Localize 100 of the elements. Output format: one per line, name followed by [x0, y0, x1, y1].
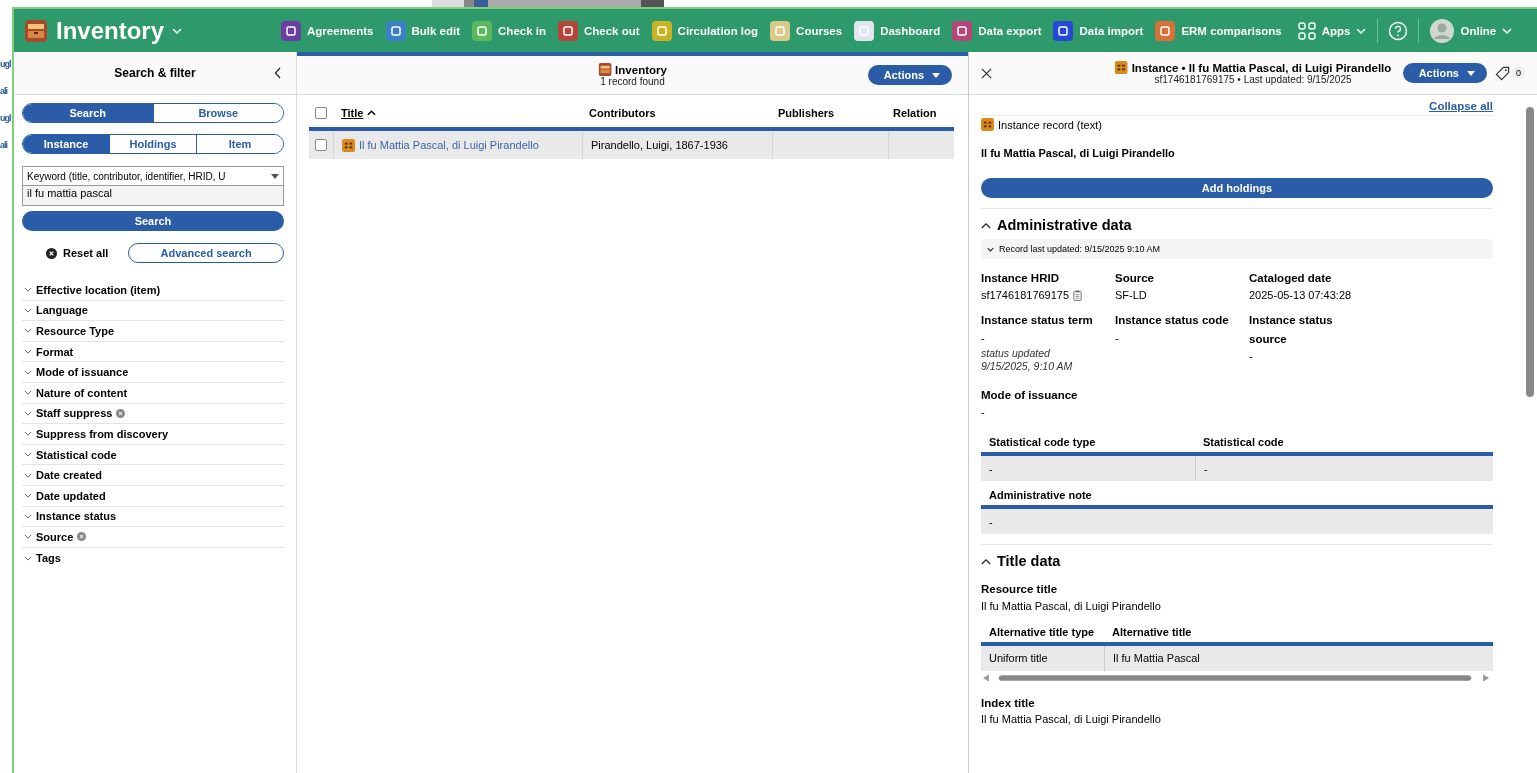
- column-header: Statistical code type: [988, 436, 1097, 449]
- chevron-left-icon[interactable]: [274, 67, 282, 79]
- add-holdings-button[interactable]: Add holdings: [981, 178, 1493, 198]
- caret-icon: [1467, 70, 1475, 76]
- record-last-updated: Record last updated: 9/15/2025 9:10 AM: [999, 244, 1161, 254]
- app-link[interactable]: Check out: [553, 16, 645, 45]
- filter-accordion[interactable]: Date created: [22, 465, 284, 486]
- column-header: Statistical code: [1202, 436, 1285, 449]
- app-link[interactable]: Data import: [1048, 16, 1149, 45]
- table-cell-text: -: [988, 461, 994, 477]
- tag-icon[interactable]: [1495, 65, 1510, 81]
- app-link[interactable]: Check in: [467, 16, 551, 45]
- filter-accordion[interactable]: Resource Type: [22, 321, 284, 342]
- pane-title: Instance • Il fu Mattia Pascal, di Luigi Pirandello: [1131, 61, 1392, 74]
- app-link[interactable]: Data export: [947, 16, 1047, 45]
- avatar-icon: [1430, 18, 1455, 43]
- app-link[interactable]: ERM comparisons: [1150, 16, 1287, 45]
- chevron-down-icon: [172, 27, 183, 34]
- field-value: 2025-05-13 07:43:28: [1249, 289, 1352, 302]
- apps-menu[interactable]: Apps: [1292, 17, 1372, 44]
- pane-subtitle: sf1746181769175 • Last updated: 9/15/2025: [1154, 74, 1352, 85]
- segment-tab[interactable]: Browse: [152, 104, 283, 122]
- select-all-checkbox[interactable]: [315, 107, 327, 119]
- tag-count: 0: [1512, 67, 1525, 79]
- filter-accordion[interactable]: Staff suppress: [22, 403, 284, 425]
- filter-accordion[interactable]: Mode of issuance: [22, 362, 284, 383]
- pane-title: Search & filter: [114, 66, 196, 80]
- accordion-header[interactable]: Administrative data: [981, 217, 1493, 233]
- field-label: Index title: [981, 695, 1036, 711]
- search-button[interactable]: Search: [22, 211, 284, 231]
- actions-button[interactable]: Actions: [1402, 63, 1487, 83]
- record-type-tab[interactable]: Item: [196, 135, 283, 153]
- filter-accordion[interactable]: Language: [22, 300, 284, 322]
- record-type: Instance record (text): [998, 118, 1102, 131]
- background-text: ugl: [0, 60, 12, 69]
- reset-all-button[interactable]: Reset all: [46, 247, 109, 259]
- search-field[interactable]: il fu mattia pascal: [23, 186, 283, 205]
- field-label: Cataloged date: [1249, 271, 1333, 286]
- inventory-icon: [598, 63, 612, 76]
- clear-icon[interactable]: [116, 408, 126, 418]
- help-icon[interactable]: [1388, 20, 1409, 41]
- close-icon[interactable]: [981, 67, 992, 79]
- filter-accordion[interactable]: Suppress from discovery: [22, 424, 284, 445]
- background-text: ugl: [0, 114, 12, 123]
- actions-button[interactable]: Actions: [867, 65, 952, 85]
- text-record-icon: [1114, 61, 1128, 74]
- pane-title: Inventory: [615, 63, 667, 76]
- app-link[interactable]: Dashboard: [849, 16, 946, 45]
- field-label: Instance status term: [981, 313, 1094, 329]
- clipboard-icon[interactable]: [1073, 289, 1083, 301]
- filter-accordion[interactable]: Instance status: [22, 506, 284, 528]
- background-text: ali: [0, 87, 9, 96]
- filter-accordion[interactable]: Statistical code: [22, 444, 284, 466]
- app-link[interactable]: Bulk edit: [380, 16, 466, 45]
- sort-up-icon: [367, 110, 377, 116]
- chevron-down-icon: [1502, 27, 1513, 34]
- caret-icon: [932, 72, 940, 78]
- field-value: sf1746181769175: [981, 289, 1070, 302]
- collapse-all-link[interactable]: Collapse all: [1429, 100, 1493, 112]
- field-label: Instance status code: [1115, 313, 1230, 329]
- text-record-icon: [342, 138, 355, 152]
- app-link[interactable]: Courses: [765, 16, 848, 45]
- field-label: Instance status source: [1249, 313, 1334, 347]
- filter-accordion[interactable]: Format: [22, 341, 284, 363]
- filter-accordion[interactable]: Tags: [22, 547, 284, 569]
- filter-accordion[interactable]: Date updated: [22, 485, 284, 507]
- column-header[interactable]: Publishers: [778, 107, 835, 119]
- title-link[interactable]: Il fu Mattia Pascal, di Luigi Pirandello: [359, 139, 539, 151]
- column-header[interactable]: Title: [341, 107, 364, 119]
- field-value: -: [1115, 331, 1119, 344]
- record-type-tab[interactable]: Instance: [23, 135, 109, 153]
- table-cell: Il fu Mattia Pascal: [1104, 645, 1200, 671]
- inventory-icon: [24, 18, 48, 43]
- record-metadata-bar[interactable]: Record last updated: 9/15/2025 9:10 AM: [981, 239, 1493, 259]
- result-row[interactable]: Il fu Mattia Pascal, di Luigi Pirandello Pirandello, Luigi, 1867-1936: [309, 131, 954, 159]
- record-title: Il fu Mattia Pascal, di Luigi Pirandello: [981, 147, 1176, 159]
- table-cell-text: -: [988, 514, 993, 530]
- column-header[interactable]: Contributors: [589, 107, 656, 119]
- field-value: -: [1249, 350, 1253, 363]
- table-cell-text: Uniform title: [988, 651, 1049, 667]
- filter-accordion[interactable]: Effective location (item): [22, 280, 284, 301]
- advanced-search-button[interactable]: Advanced search: [128, 243, 284, 263]
- field-value: SF-LD: [1115, 289, 1147, 302]
- row-checkbox[interactable]: [315, 139, 327, 151]
- app-switcher[interactable]: Inventory: [20, 16, 187, 45]
- column-header[interactable]: Relation: [893, 107, 937, 119]
- column-header: Administrative note: [988, 489, 1092, 502]
- table-cell: -: [1195, 456, 1493, 482]
- status-note: status updated 9/15/2025, 9:10 AM: [981, 346, 1074, 375]
- field-label: Mode of issuance: [981, 388, 1079, 404]
- filter-accordion[interactable]: Nature of content: [22, 382, 284, 404]
- user-menu[interactable]: Online: [1425, 14, 1518, 47]
- grid-icon: [1297, 21, 1316, 40]
- accordion-header[interactable]: Title data: [981, 553, 1493, 570]
- field-label: Instance HRID: [981, 271, 1060, 286]
- app-link[interactable]: Circulation log: [646, 16, 764, 45]
- filter-accordion[interactable]: Source: [22, 527, 284, 548]
- app-link[interactable]: Agreements: [276, 16, 379, 45]
- segment-tab[interactable]: Search: [23, 104, 153, 122]
- clear-icon[interactable]: [77, 532, 87, 542]
